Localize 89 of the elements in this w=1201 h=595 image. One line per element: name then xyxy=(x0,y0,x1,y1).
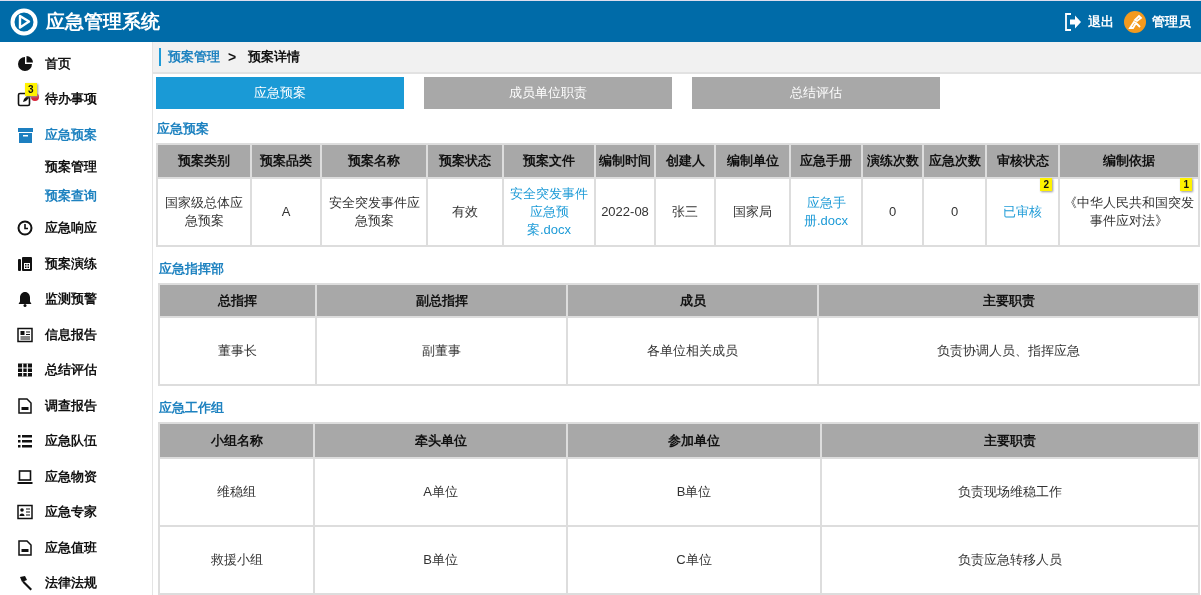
table-cell: 国家局 xyxy=(715,178,790,246)
table-cell: 救援小组 xyxy=(159,526,314,594)
column-header: 副总指挥 xyxy=(316,284,567,317)
table-cell: 《中华人民共和国突发事件应对法》 1 xyxy=(1059,178,1199,246)
sidebar-item[interactable]: 应急预案 xyxy=(0,117,152,153)
column-header: 应急次数 xyxy=(923,144,986,178)
sidebar-item[interactable]: 监测预警 xyxy=(0,281,152,317)
sidebar-item[interactable]: 应急值班 xyxy=(0,530,152,566)
column-header: 编制时间 xyxy=(595,144,655,178)
column-header: 编制单位 xyxy=(715,144,790,178)
sidebar-item[interactable]: 法律法规 xyxy=(0,565,152,595)
edit-icon xyxy=(17,91,33,108)
section-title: 应急预案 xyxy=(157,120,209,138)
breadcrumb-link[interactable]: 预案管理 xyxy=(159,48,220,66)
table-cell: B单位 xyxy=(567,458,821,526)
newspaper-icon xyxy=(17,326,33,343)
column-header: 主要职责 xyxy=(821,423,1199,458)
table-cell: 副董事 xyxy=(316,317,567,385)
breadcrumb-separator: > xyxy=(228,49,237,65)
table-cell: B单位 xyxy=(314,526,567,594)
sidebar-item[interactable]: 应急响应 xyxy=(0,210,152,246)
sidebar-item[interactable]: 应急物资 xyxy=(0,459,152,495)
table-cell: 张三 xyxy=(655,178,715,246)
column-header: 预案状态 xyxy=(427,144,503,178)
logout-icon[interactable] xyxy=(1064,12,1082,31)
table-grid-icon xyxy=(17,362,33,379)
table-cell: A xyxy=(251,178,321,246)
column-header: 审核状态 xyxy=(986,144,1059,178)
section-title: 应急工作组 xyxy=(159,399,224,417)
column-header: 成员 xyxy=(567,284,818,317)
sidebar-item[interactable]: 信息报告 xyxy=(0,317,152,353)
bell-icon xyxy=(17,291,33,308)
gavel-icon xyxy=(17,575,33,592)
sidebar-item[interactable]: 总结评估 xyxy=(0,352,152,388)
logout-link[interactable]: 退出 xyxy=(1088,12,1114,31)
logo-icon xyxy=(10,7,38,36)
table-cell: 负责现场维稳工作 xyxy=(821,458,1199,526)
column-header: 预案品类 xyxy=(251,144,321,178)
column-header: 预案名称 xyxy=(321,144,427,178)
table-cell: 维稳组 xyxy=(159,458,314,526)
contact-card-icon xyxy=(17,504,33,521)
table-cell: C单位 xyxy=(567,526,821,594)
table-cell: 负责协调人员、指挥应急 xyxy=(818,317,1199,385)
table-cell: 2022-08 xyxy=(595,178,655,246)
table-cell: 有效 xyxy=(427,178,503,246)
sidebar-item[interactable]: 应急专家 xyxy=(0,494,152,530)
user-name[interactable]: 管理员 xyxy=(1152,12,1191,31)
column-header: 预案类别 xyxy=(157,144,251,178)
table-cell: 董事长 xyxy=(159,317,316,385)
column-header: 总指挥 xyxy=(159,284,316,317)
list-icon xyxy=(17,433,33,450)
column-header: 编制依据 xyxy=(1059,144,1199,178)
table-cell: A单位 xyxy=(314,458,567,526)
document-icon xyxy=(17,397,33,414)
file-link-cell[interactable]: 已审核 2 xyxy=(986,178,1059,246)
count-badge: 1 xyxy=(1180,178,1192,191)
fax-machine-icon xyxy=(17,255,33,272)
sidebar-item[interactable]: 应急队伍 xyxy=(0,423,152,459)
column-header: 预案文件 xyxy=(503,144,595,178)
sidebar-item[interactable]: 首页 xyxy=(0,46,152,82)
clock-icon xyxy=(17,220,33,237)
sidebar-subitem[interactable]: 预案查询 xyxy=(0,181,152,211)
count-badge: 3 xyxy=(25,82,37,96)
column-header: 创建人 xyxy=(655,144,715,178)
table-cell: 0 xyxy=(923,178,986,246)
sidebar-item[interactable]: 待办事项 3 xyxy=(0,81,152,117)
user-avatar-icon xyxy=(1124,10,1146,33)
column-header: 演练次数 xyxy=(862,144,923,178)
sidebar-subitem[interactable]: 预案管理 xyxy=(0,152,152,182)
column-header: 参加单位 xyxy=(567,423,821,458)
breadcrumb-current: 预案详情 xyxy=(248,48,301,66)
laptop-icon xyxy=(17,468,33,485)
document-icon xyxy=(17,539,33,556)
table-cell: 0 xyxy=(862,178,923,246)
sidebar-item[interactable]: 预案演练 xyxy=(0,246,152,282)
column-header: 牵头单位 xyxy=(314,423,567,458)
table-cell: 国家级总体应急预案 xyxy=(157,178,251,246)
table-cell: 负责应急转移人员 xyxy=(821,526,1199,594)
app-title: 应急管理系统 xyxy=(46,9,161,34)
table-cell: 各单位相关成员 xyxy=(567,317,818,385)
count-badge: 2 xyxy=(1040,178,1052,191)
column-header: 主要职责 xyxy=(818,284,1199,317)
archive-box-icon xyxy=(17,126,33,143)
section-title: 应急指挥部 xyxy=(159,260,224,278)
column-header: 应急手册 xyxy=(790,144,862,178)
column-header: 小组名称 xyxy=(159,423,314,458)
sidebar-item[interactable]: 调查报告 xyxy=(0,388,152,424)
table-cell: 安全突发事件应急预案 xyxy=(321,178,427,246)
pie-chart-icon xyxy=(17,55,33,72)
